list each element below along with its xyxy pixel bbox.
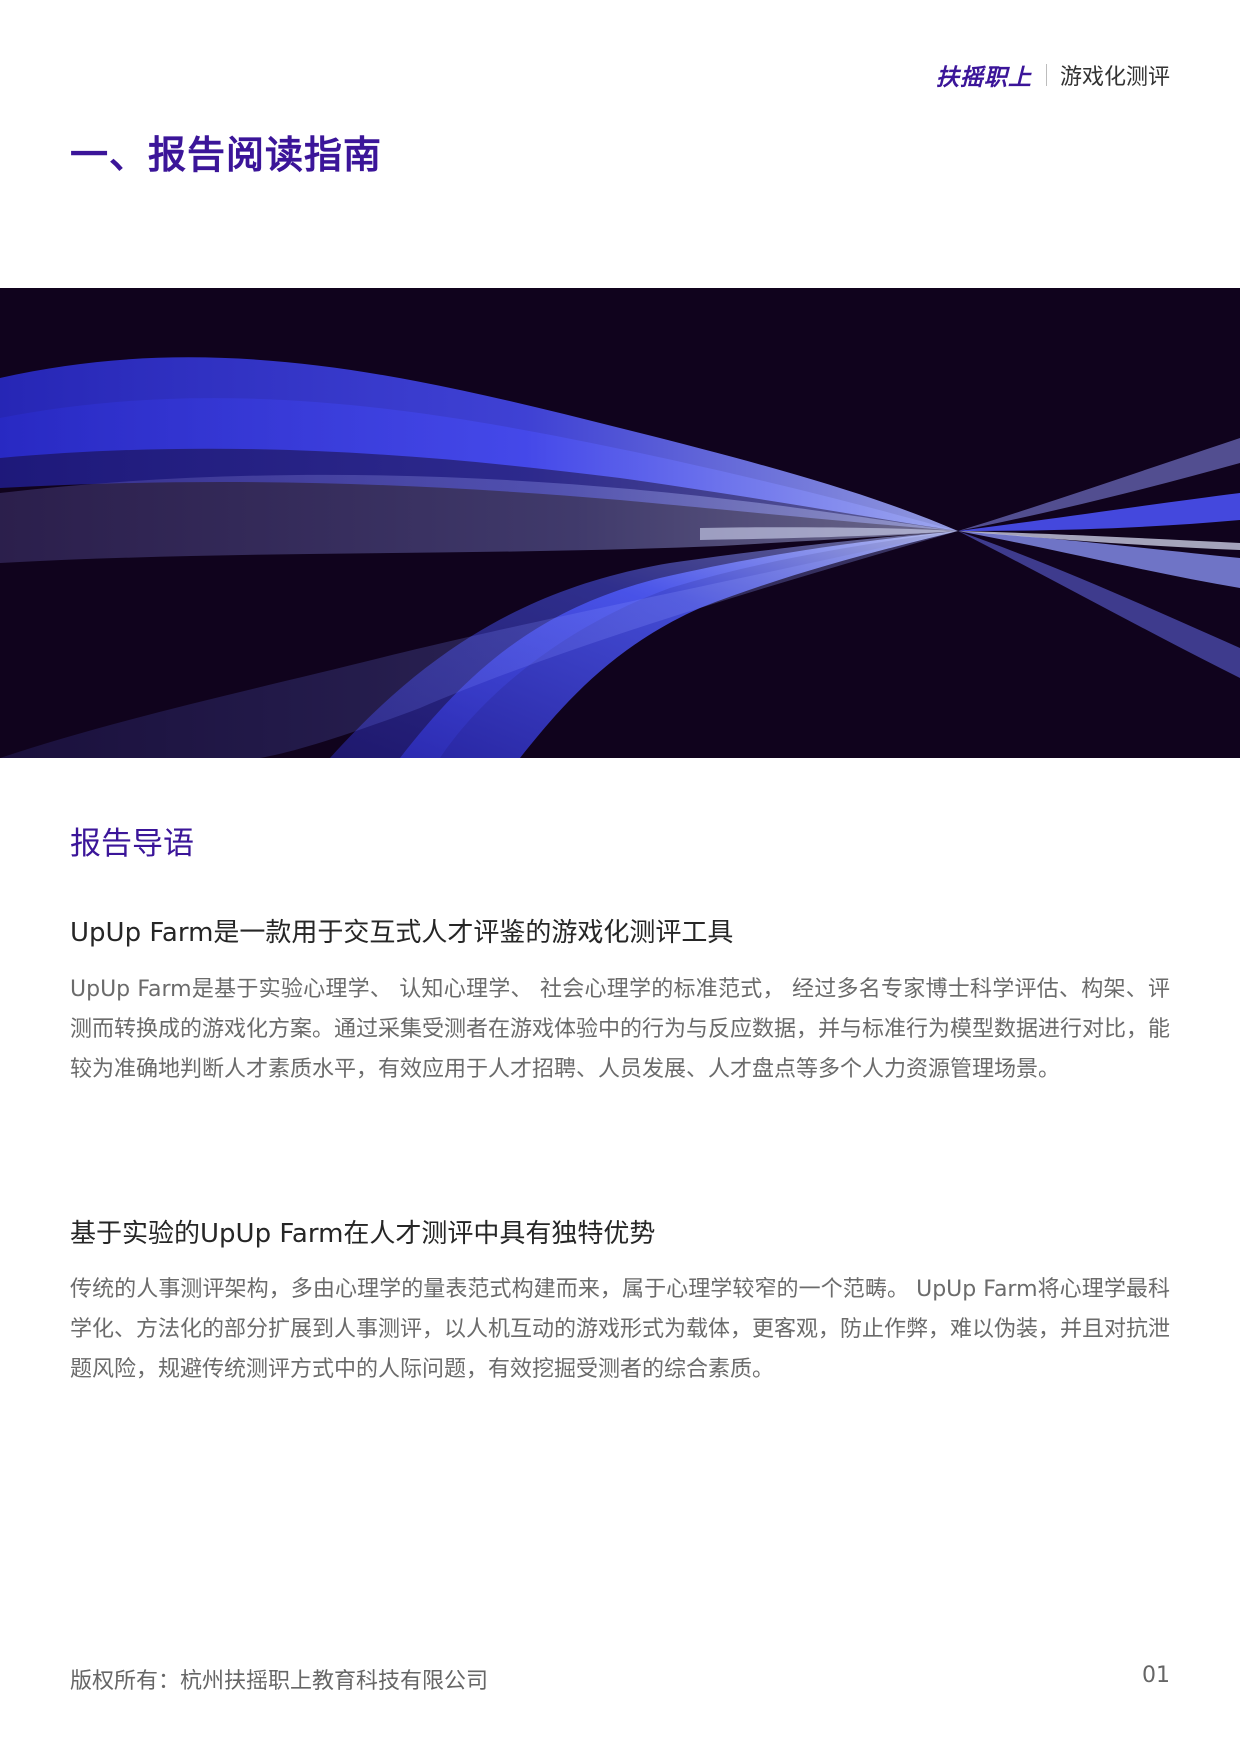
- block-title-1: UpUp Farm是一款用于交互式人才评鉴的游戏化测评工具: [70, 918, 734, 948]
- section-label: 报告导语: [70, 826, 194, 862]
- header-subtitle: 游戏化测评: [1059, 65, 1170, 90]
- wave-graphic: [0, 357, 1240, 758]
- footer-copyright: 版权所有：杭州扶摇职上教育科技有限公司: [70, 1669, 489, 1694]
- page-number: 01: [1142, 1663, 1170, 1688]
- header-brand: 扶摇职上 游戏化测评: [936, 58, 1170, 92]
- block-title-2: 基于实验的UpUp Farm在人才测评中具有独特优势: [70, 1219, 656, 1249]
- page-title: 一、报告阅读指南: [70, 133, 383, 177]
- banner-image: [0, 288, 1240, 758]
- brand-logo: 扶摇职上: [935, 65, 1032, 91]
- block-text-2: 传统的人事测评架构，多由心理学的量表范式构建而来，属于心理学较窄的一个范畴。 U…: [70, 1277, 1171, 1382]
- header-divider: [1045, 64, 1047, 86]
- block-text-1: UpUp Farm是基于实验心理学、 认知心理学、 社会心理学的标准范式， 经过…: [70, 977, 1171, 1082]
